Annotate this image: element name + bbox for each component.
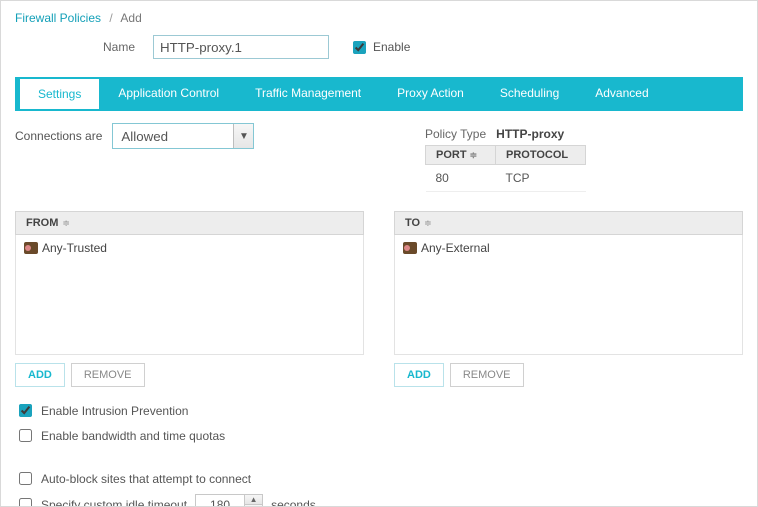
to-item-label: Any-External [421,241,490,255]
timeout-value[interactable] [196,495,244,507]
from-header[interactable]: FROM [15,211,364,235]
policy-type-value: HTTP-proxy [496,127,564,141]
timeout-spinner[interactable]: ▲ ▼ [195,494,263,507]
breadcrumb-separator: / [109,11,112,25]
enable-checkbox[interactable] [353,41,366,54]
alias-icon [24,242,38,254]
policy-type-label: Policy Type [425,127,486,141]
quota-checkbox-row[interactable]: Enable bandwidth and time quotas [15,426,743,445]
tab-scheduling[interactable]: Scheduling [482,77,577,109]
breadcrumb-root-link[interactable]: Firewall Policies [15,11,101,25]
enable-label: Enable [373,40,410,54]
tab-traffic-management[interactable]: Traffic Management [237,77,379,109]
from-add-button[interactable]: ADD [15,363,65,387]
to-remove-button[interactable]: REMOVE [450,363,524,387]
list-item[interactable]: Any-Trusted [24,239,355,257]
spinner-up-icon[interactable]: ▲ [245,495,262,505]
protocol-header[interactable]: PROTOCOL [496,146,586,165]
from-panel: FROM Any-Trusted ADD REMOVE [15,211,364,387]
enable-checkbox-wrap[interactable]: Enable [349,38,410,57]
chevron-down-icon[interactable]: ▼ [233,124,253,148]
breadcrumb-current: Add [120,11,141,25]
timeout-checkbox-row[interactable]: Specify custom idle timeout [15,495,187,507]
connections-select[interactable]: ▼ [112,123,254,149]
from-remove-button[interactable]: REMOVE [71,363,145,387]
ips-checkbox-row[interactable]: Enable Intrusion Prevention [15,401,743,420]
from-item-label: Any-Trusted [42,241,107,255]
timeout-unit: seconds [271,498,316,507]
tab-advanced[interactable]: Advanced [577,77,666,109]
name-label: Name [15,40,153,54]
tab-settings[interactable]: Settings [19,78,100,109]
quota-label: Enable bandwidth and time quotas [41,429,225,443]
autoblock-checkbox-row[interactable]: Auto-block sites that attempt to connect [15,469,743,488]
autoblock-label: Auto-block sites that attempt to connect [41,472,251,486]
port-header[interactable]: PORT [426,146,496,165]
port-cell: 80 [426,165,496,192]
ips-label: Enable Intrusion Prevention [41,404,188,418]
breadcrumb: Firewall Policies / Add [1,1,757,29]
to-list[interactable]: Any-External [394,235,743,355]
protocol-cell: TCP [496,165,586,192]
quota-checkbox[interactable] [19,429,32,442]
alias-icon [403,242,417,254]
list-item[interactable]: Any-External [403,239,734,257]
connections-label: Connections are [15,129,102,143]
to-add-button[interactable]: ADD [394,363,444,387]
autoblock-checkbox[interactable] [19,472,32,485]
ips-checkbox[interactable] [19,404,32,417]
connections-value[interactable] [113,124,233,148]
name-input[interactable] [153,35,329,59]
timeout-checkbox[interactable] [19,498,32,507]
to-panel: TO Any-External ADD REMOVE [394,211,743,387]
tab-proxy-action[interactable]: Proxy Action [379,77,482,109]
from-list[interactable]: Any-Trusted [15,235,364,355]
timeout-label: Specify custom idle timeout [41,498,187,507]
to-header[interactable]: TO [394,211,743,235]
table-row[interactable]: 80 TCP [426,165,586,192]
tabs-bar: Settings Application Control Traffic Man… [15,77,743,109]
policy-type-table: PORT PROTOCOL 80 TCP [425,145,586,192]
tab-application-control[interactable]: Application Control [100,77,237,109]
